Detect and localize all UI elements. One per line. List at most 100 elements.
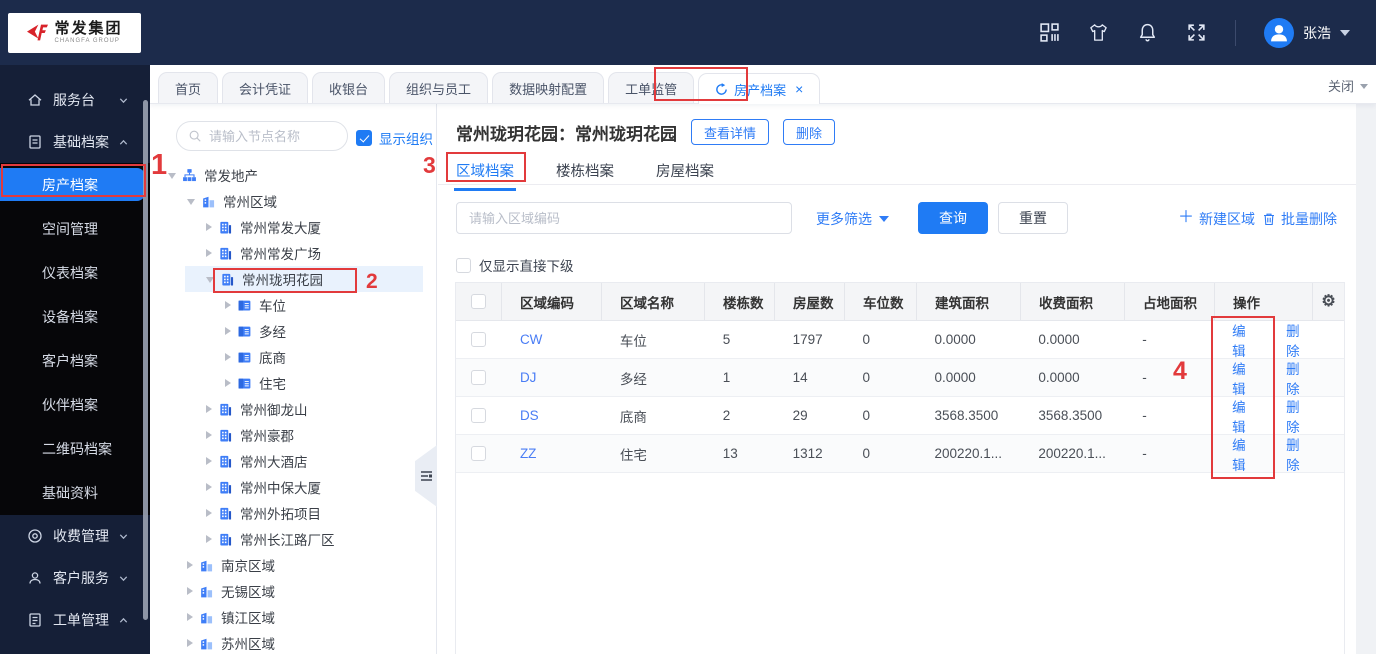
- expand-closed-arrow-icon[interactable]: [206, 457, 212, 465]
- subtab-item[interactable]: 房屋档案: [656, 160, 714, 187]
- edit-link[interactable]: 编辑: [1232, 358, 1258, 398]
- region-code-link[interactable]: ZZ: [520, 446, 537, 461]
- sidebar-item[interactable]: 客户服务: [0, 557, 150, 599]
- expand-closed-arrow-icon[interactable]: [206, 509, 212, 517]
- view-detail-button[interactable]: 查看详情: [691, 119, 770, 145]
- expand-closed-arrow-icon[interactable]: [206, 535, 212, 543]
- tab-item[interactable]: 收银台: [312, 72, 386, 103]
- expand-closed-arrow-icon[interactable]: [225, 379, 231, 387]
- expand-closed-arrow-icon[interactable]: [206, 223, 212, 231]
- tree-node[interactable]: 多经: [150, 318, 435, 344]
- tree-node[interactable]: 常州外拓项目: [150, 500, 435, 526]
- tree-node[interactable]: 常州常发大厦: [150, 214, 435, 240]
- sidebar-subitem[interactable]: 客户档案: [0, 339, 150, 383]
- row-delete-link[interactable]: 删除: [1286, 434, 1312, 474]
- select-all-checkbox[interactable]: [471, 294, 486, 309]
- tree-node[interactable]: 南京区域: [150, 552, 435, 578]
- fullscreen-icon[interactable]: [1186, 22, 1207, 43]
- only-direct-checkbox[interactable]: [456, 257, 471, 273]
- sidebar-subitem[interactable]: 空间管理: [0, 207, 150, 251]
- row-checkbox[interactable]: [471, 332, 487, 347]
- expand-open-arrow-icon[interactable]: [206, 277, 214, 283]
- close-tabs-menu[interactable]: 关闭: [1328, 76, 1368, 95]
- qrcode-icon[interactable]: [1039, 22, 1060, 43]
- tree-node[interactable]: 住宅: [150, 370, 435, 396]
- expand-open-arrow-icon[interactable]: [168, 173, 176, 179]
- sidebar-subitem[interactable]: 伙伴档案: [0, 383, 150, 427]
- expand-closed-arrow-icon[interactable]: [206, 483, 212, 491]
- tree-node[interactable]: 常发地产: [150, 162, 435, 188]
- tree-search-input[interactable]: [209, 128, 336, 144]
- tree-node[interactable]: 无锡区域: [150, 578, 435, 604]
- sidebar-subitem[interactable]: 仪表档案: [0, 251, 150, 295]
- tab-item[interactable]: 首页: [158, 72, 219, 103]
- row-delete-link[interactable]: 删除: [1286, 320, 1312, 360]
- region-code-link[interactable]: DJ: [520, 370, 537, 385]
- expand-closed-arrow-icon[interactable]: [187, 639, 193, 647]
- expand-closed-arrow-icon[interactable]: [225, 301, 231, 309]
- user-menu[interactable]: 张浩: [1264, 17, 1350, 48]
- tab-item[interactable]: 数据映射配置: [492, 72, 605, 103]
- show-org-toggle[interactable]: 显示组织: [356, 128, 433, 148]
- tree-node[interactable]: 常州珑玥花园: [150, 266, 435, 292]
- batch-delete-button[interactable]: 批量删除: [1262, 209, 1337, 229]
- tab-item[interactable]: 工单监管: [608, 72, 695, 103]
- row-checkbox[interactable]: [471, 408, 487, 423]
- sidebar-scrollbar[interactable]: [143, 100, 148, 620]
- row-checkbox[interactable]: [471, 370, 487, 385]
- sidebar-item[interactable]: 基础档案: [0, 121, 150, 163]
- edit-link[interactable]: 编辑: [1232, 434, 1258, 474]
- more-filters-button[interactable]: 更多筛选: [816, 209, 889, 229]
- sidebar-subitem[interactable]: 房产档案: [0, 163, 150, 207]
- sidebar-subitem[interactable]: 设备档案: [0, 295, 150, 339]
- tab-active[interactable]: 房产档案 ×: [698, 73, 821, 104]
- row-checkbox[interactable]: [471, 446, 487, 461]
- tree-node[interactable]: 镇江区域: [150, 604, 435, 630]
- tree-node[interactable]: 苏州区域: [150, 630, 435, 654]
- region-code-link[interactable]: DS: [520, 408, 539, 423]
- tree-node[interactable]: 常州长江路厂区: [150, 526, 435, 552]
- sidebar-subitem[interactable]: 二维码档案: [0, 427, 150, 471]
- notifications-bell-icon[interactable]: [1137, 22, 1158, 43]
- sidebar-item[interactable]: 收费管理: [0, 515, 150, 557]
- sidebar-item[interactable]: 服务台: [0, 79, 150, 121]
- edit-link[interactable]: 编辑: [1232, 320, 1258, 360]
- expand-closed-arrow-icon[interactable]: [206, 405, 212, 413]
- expand-closed-arrow-icon[interactable]: [206, 431, 212, 439]
- subtab-active[interactable]: 区域档案: [454, 160, 516, 191]
- tree-node[interactable]: 常州大酒店: [150, 448, 435, 474]
- sidebar-subitem[interactable]: 基础资料: [0, 471, 150, 515]
- tab-item[interactable]: 会计凭证: [222, 72, 309, 103]
- refresh-icon[interactable]: [715, 82, 728, 96]
- row-delete-link[interactable]: 删除: [1286, 358, 1312, 398]
- tree-node[interactable]: 常州区域: [150, 188, 435, 214]
- expand-closed-arrow-icon[interactable]: [187, 613, 193, 621]
- row-delete-link[interactable]: 删除: [1286, 396, 1312, 436]
- tree-node[interactable]: 常州豪郡: [150, 422, 435, 448]
- expand-open-arrow-icon[interactable]: [187, 199, 195, 205]
- gear-icon[interactable]: ⚙: [1321, 293, 1335, 310]
- expand-closed-arrow-icon[interactable]: [187, 587, 193, 595]
- tree-node[interactable]: 常州中保大厦: [150, 474, 435, 500]
- expand-closed-arrow-icon[interactable]: [187, 561, 193, 569]
- tree-node[interactable]: 常州常发广场: [150, 240, 435, 266]
- region-code-link[interactable]: CW: [520, 332, 543, 347]
- theme-shirt-icon[interactable]: [1088, 22, 1109, 43]
- tree-node[interactable]: 底商: [150, 344, 435, 370]
- show-org-checkbox[interactable]: [356, 130, 372, 146]
- tree-node[interactable]: 车位: [150, 292, 435, 318]
- only-direct-toggle[interactable]: 仅显示直接下级: [456, 255, 574, 275]
- edit-link[interactable]: 编辑: [1232, 396, 1258, 436]
- expand-closed-arrow-icon[interactable]: [225, 327, 231, 335]
- sidebar-item[interactable]: 工单管理: [0, 599, 150, 641]
- tree-node[interactable]: 常州御龙山: [150, 396, 435, 422]
- close-tab-icon[interactable]: ×: [795, 82, 803, 96]
- region-code-input[interactable]: [456, 202, 792, 234]
- query-button[interactable]: 查询: [918, 202, 988, 234]
- delete-button[interactable]: 删除: [783, 119, 836, 145]
- subtab-item[interactable]: 楼栋档案: [556, 160, 614, 187]
- reset-button[interactable]: 重置: [998, 202, 1068, 234]
- create-region-button[interactable]: ＋ 新建区域: [1178, 209, 1255, 229]
- tab-item[interactable]: 组织与员工: [389, 72, 489, 103]
- expand-closed-arrow-icon[interactable]: [206, 249, 212, 257]
